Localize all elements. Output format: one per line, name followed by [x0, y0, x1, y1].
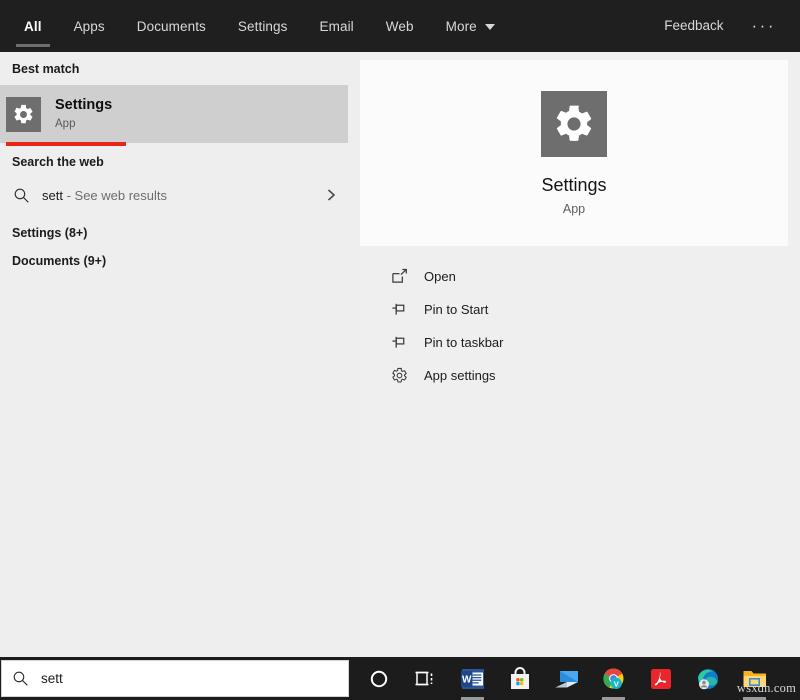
tab-documents[interactable]: Documents	[121, 0, 222, 52]
app-preview-card: Settings App	[360, 60, 788, 246]
tab-web[interactable]: Web	[370, 0, 430, 52]
open-external-icon	[388, 268, 410, 285]
web-result-row[interactable]: sett - See web results	[0, 175, 348, 215]
action-open[interactable]: Open	[360, 260, 788, 293]
best-match-subtitle: App	[55, 118, 76, 130]
best-match-text-group: Settings App	[55, 96, 112, 132]
watermark-text: wsxdn.com	[736, 681, 796, 695]
chevron-down-icon	[484, 24, 495, 30]
tab-list: All Apps Documents Settings Email Web Mo…	[0, 0, 511, 52]
tab-more-label: More	[445, 18, 477, 34]
tab-documents-label: Documents	[136, 18, 206, 34]
task-view-icon[interactable]	[402, 657, 449, 700]
tab-web-label: Web	[385, 18, 414, 34]
annotation-underline	[6, 142, 126, 146]
remote-desktop-icon[interactable]	[543, 657, 590, 700]
adobe-acrobat-icon[interactable]	[637, 657, 684, 700]
action-pin-to-taskbar-label: Pin to taskbar	[424, 335, 504, 350]
svg-text:V: V	[613, 679, 618, 688]
taskbar-icon-strip: W V	[355, 657, 778, 700]
gear-icon	[6, 96, 41, 132]
tab-email-label: Email	[319, 18, 354, 34]
web-result-query: sett	[42, 187, 63, 203]
tab-settings[interactable]: Settings	[222, 0, 304, 52]
windows-search-panel: All Apps Documents Settings Email Web Mo…	[0, 0, 800, 700]
search-the-web-header: Search the web	[12, 155, 104, 169]
results-pane: Best match Settings App Search the web s…	[0, 52, 358, 657]
tab-all-label: All	[24, 18, 42, 34]
action-pin-to-taskbar[interactable]: Pin to taskbar	[360, 326, 788, 359]
settings-count-label: Settings (8+)	[12, 226, 88, 240]
cortana-icon[interactable]	[355, 657, 402, 700]
word-icon[interactable]: W	[449, 657, 496, 700]
documents-count-row[interactable]: Documents (9+)	[0, 243, 358, 271]
documents-count-label: Documents (9+)	[12, 254, 107, 268]
tab-email[interactable]: Email	[304, 0, 370, 52]
feedback-button[interactable]: Feedback	[650, 0, 737, 52]
topbar-right-group: Feedback ···	[650, 0, 800, 52]
tab-settings-label: Settings	[237, 18, 288, 34]
best-match-title: Settings	[55, 97, 113, 113]
microsoft-store-icon[interactable]	[496, 657, 543, 700]
tab-apps-label: Apps	[73, 18, 105, 34]
action-app-settings[interactable]: App settings	[360, 359, 788, 392]
tab-apps[interactable]: Apps	[58, 0, 121, 52]
action-app-settings-label: App settings	[424, 368, 496, 383]
edge-icon[interactable]	[684, 657, 731, 700]
action-pin-to-start-label: Pin to Start	[424, 302, 489, 317]
web-result-label: sett - See web results	[42, 188, 167, 203]
preview-app-subtitle: App	[562, 201, 586, 216]
app-actions-list: Open Pin to Start Pin to taskbar App set…	[360, 252, 788, 392]
chrome-vysor-icon[interactable]: V	[590, 657, 637, 700]
preview-app-title: Settings	[541, 174, 607, 195]
action-open-label: Open	[424, 269, 456, 284]
taskbar: sett W V wsxdn.com	[0, 657, 800, 700]
svg-text:W: W	[461, 674, 471, 685]
pin-icon	[388, 301, 410, 318]
search-filter-tabbar: All Apps Documents Settings Email Web Mo…	[0, 0, 800, 52]
pin-icon	[388, 334, 410, 351]
preview-pane: Settings App Open Pin to Start Pin to ta…	[358, 52, 800, 657]
best-match-result-settings[interactable]: Settings App	[0, 85, 348, 146]
best-match-header: Best match	[12, 62, 80, 76]
tab-more[interactable]: More	[430, 0, 511, 52]
chevron-right-icon[interactable]	[325, 187, 348, 203]
taskbar-search-input[interactable]: sett	[1, 660, 349, 697]
tab-all[interactable]: All	[8, 0, 58, 52]
search-icon	[8, 187, 34, 204]
settings-count-row[interactable]: Settings (8+)	[0, 215, 358, 243]
more-options-icon[interactable]: ···	[738, 0, 786, 52]
gear-outline-icon	[388, 367, 410, 384]
search-icon	[12, 670, 29, 687]
taskbar-search-value: sett	[41, 671, 63, 686]
web-result-suffix: - See web results	[62, 187, 168, 203]
gear-icon	[541, 90, 607, 157]
action-pin-to-start[interactable]: Pin to Start	[360, 293, 788, 326]
